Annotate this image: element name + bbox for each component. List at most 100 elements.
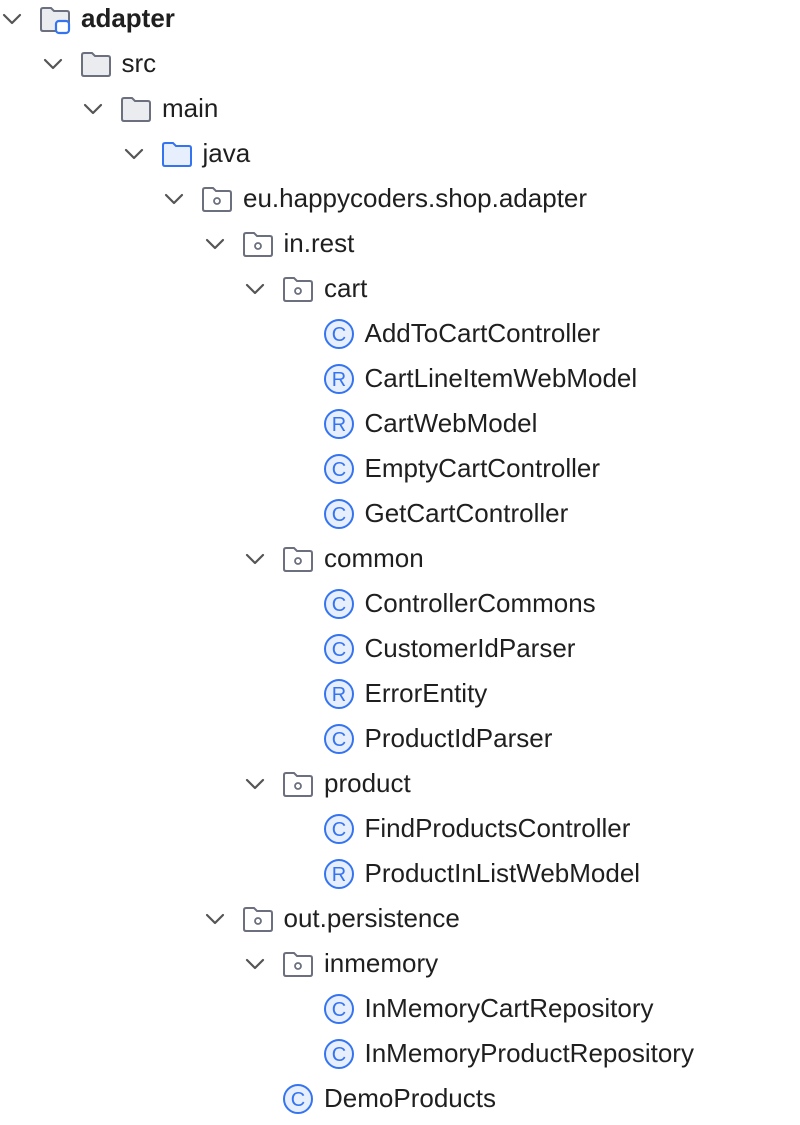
class-icon: C (280, 1081, 316, 1117)
tree-node-label: ProductInListWebModel (364, 858, 641, 888)
tree-node-package[interactable]: inmemory (0, 945, 800, 990)
svg-text:C: C (331, 999, 345, 1021)
folder-icon (118, 91, 154, 127)
record-icon: R (321, 676, 357, 712)
tree-node-class[interactable]: C ProductIdParser (0, 720, 800, 765)
package-icon (280, 946, 316, 982)
tree-node-label: in.rest (283, 228, 355, 258)
tree-node-folder[interactable]: main (0, 90, 800, 135)
svg-text:C: C (331, 639, 345, 661)
tree-node-label: InMemoryCartRepository (364, 993, 654, 1023)
package-icon (280, 766, 316, 802)
package-icon (240, 901, 276, 937)
tree-node-source-root[interactable]: java (0, 135, 800, 180)
chevron-down-icon[interactable] (122, 142, 146, 166)
package-icon (199, 181, 235, 217)
svg-text:C: C (331, 459, 345, 481)
record-icon: R (321, 856, 357, 892)
tree-node-record[interactable]: R CartWebModel (0, 405, 800, 450)
chevron-down-icon[interactable] (243, 277, 267, 301)
chevron-down-icon[interactable] (203, 232, 227, 256)
tree-node-label: ControllerCommons (364, 588, 596, 618)
tree-node-label: GetCartController (364, 498, 569, 528)
tree-node-package[interactable]: cart (0, 270, 800, 315)
package-icon (280, 271, 316, 307)
chevron-down-icon[interactable] (203, 907, 227, 931)
tree-node-label: ErrorEntity (364, 678, 488, 708)
svg-text:R: R (331, 369, 345, 391)
tree-node-class[interactable]: C EmptyCartController (0, 450, 800, 495)
tree-node-class[interactable]: C DemoProducts (0, 1080, 800, 1125)
source-root-folder-icon (159, 136, 195, 172)
tree-node-label: eu.happycoders.shop.adapter (243, 183, 588, 213)
chevron-down-icon[interactable] (243, 772, 267, 796)
tree-node-label: common (324, 543, 424, 573)
chevron-down-icon[interactable] (243, 547, 267, 571)
tree-node-label: CustomerIdParser (364, 633, 576, 663)
class-icon: C (321, 811, 357, 847)
class-icon: C (321, 1036, 357, 1072)
svg-text:C: C (291, 1089, 305, 1111)
tree-node-class[interactable]: C InMemoryProductRepository (0, 1035, 800, 1080)
svg-text:R: R (331, 684, 345, 706)
module-folder-icon (37, 1, 73, 37)
svg-text:C: C (331, 594, 345, 616)
tree-node-label: ProductIdParser (364, 723, 553, 753)
tree-node-class[interactable]: C AddToCartController (0, 315, 800, 360)
tree-node-class[interactable]: C CustomerIdParser (0, 630, 800, 675)
class-icon: C (321, 721, 357, 757)
tree-node-label: CartWebModel (364, 408, 538, 438)
tree-node-label: src (121, 48, 157, 78)
tree-node-class[interactable]: C FindProductsController (0, 810, 800, 855)
svg-text:C: C (331, 1044, 345, 1066)
tree-node-label: main (162, 93, 219, 123)
tree-node-record[interactable]: R ErrorEntity (0, 675, 800, 720)
class-icon: C (321, 316, 357, 352)
tree-node-class[interactable]: C InMemoryCartRepository (0, 990, 800, 1035)
tree-node-class[interactable]: C ControllerCommons (0, 585, 800, 630)
folder-icon (78, 46, 114, 82)
tree-node-record[interactable]: R CartLineItemWebModel (0, 360, 800, 405)
tree-node-record[interactable]: R ProductInListWebModel (0, 855, 800, 900)
tree-node-label: InMemoryProductRepository (364, 1038, 694, 1068)
record-icon: R (321, 361, 357, 397)
tree-node-label: EmptyCartController (364, 453, 601, 483)
tree-node-class[interactable]: C GetCartController (0, 495, 800, 540)
tree-node-folder[interactable]: src (0, 45, 800, 90)
svg-text:C: C (331, 819, 345, 841)
chevron-down-icon[interactable] (81, 97, 105, 121)
package-icon (280, 541, 316, 577)
tree-node-package[interactable]: product (0, 765, 800, 810)
chevron-down-icon[interactable] (243, 952, 267, 976)
tree-node-module[interactable]: adapter (0, 0, 800, 45)
class-icon: C (321, 991, 357, 1027)
tree-node-label: inmemory (324, 948, 439, 978)
tree-node-label: FindProductsController (364, 813, 631, 843)
tree-node-label: DemoProducts (324, 1083, 496, 1113)
class-icon: C (321, 586, 357, 622)
svg-text:C: C (331, 729, 345, 751)
svg-text:C: C (331, 504, 345, 526)
tree-node-package[interactable]: eu.happycoders.shop.adapter (0, 180, 800, 225)
tree-node-label: out.persistence (283, 903, 460, 933)
chevron-down-icon[interactable] (0, 7, 24, 31)
svg-text:R: R (331, 414, 345, 436)
class-icon: C (321, 496, 357, 532)
tree-node-label: AddToCartController (364, 318, 601, 348)
tree-node-package[interactable]: in.rest (0, 225, 800, 270)
record-icon: R (321, 406, 357, 442)
tree-node-label: CartLineItemWebModel (364, 363, 638, 393)
tree-node-package[interactable]: common (0, 540, 800, 585)
tree-node-label: product (324, 768, 411, 798)
class-icon: C (321, 631, 357, 667)
svg-text:C: C (331, 324, 345, 346)
project-tree: adapter src main java eu.happycoders.shop.ad… (0, 0, 800, 1114)
package-icon (240, 226, 276, 262)
chevron-down-icon[interactable] (162, 187, 186, 211)
chevron-down-icon[interactable] (41, 52, 65, 76)
tree-node-label: adapter (81, 3, 175, 33)
svg-text:R: R (331, 864, 345, 886)
tree-node-label: cart (324, 273, 368, 303)
tree-node-label: java (202, 138, 251, 168)
tree-node-package[interactable]: out.persistence (0, 900, 800, 945)
